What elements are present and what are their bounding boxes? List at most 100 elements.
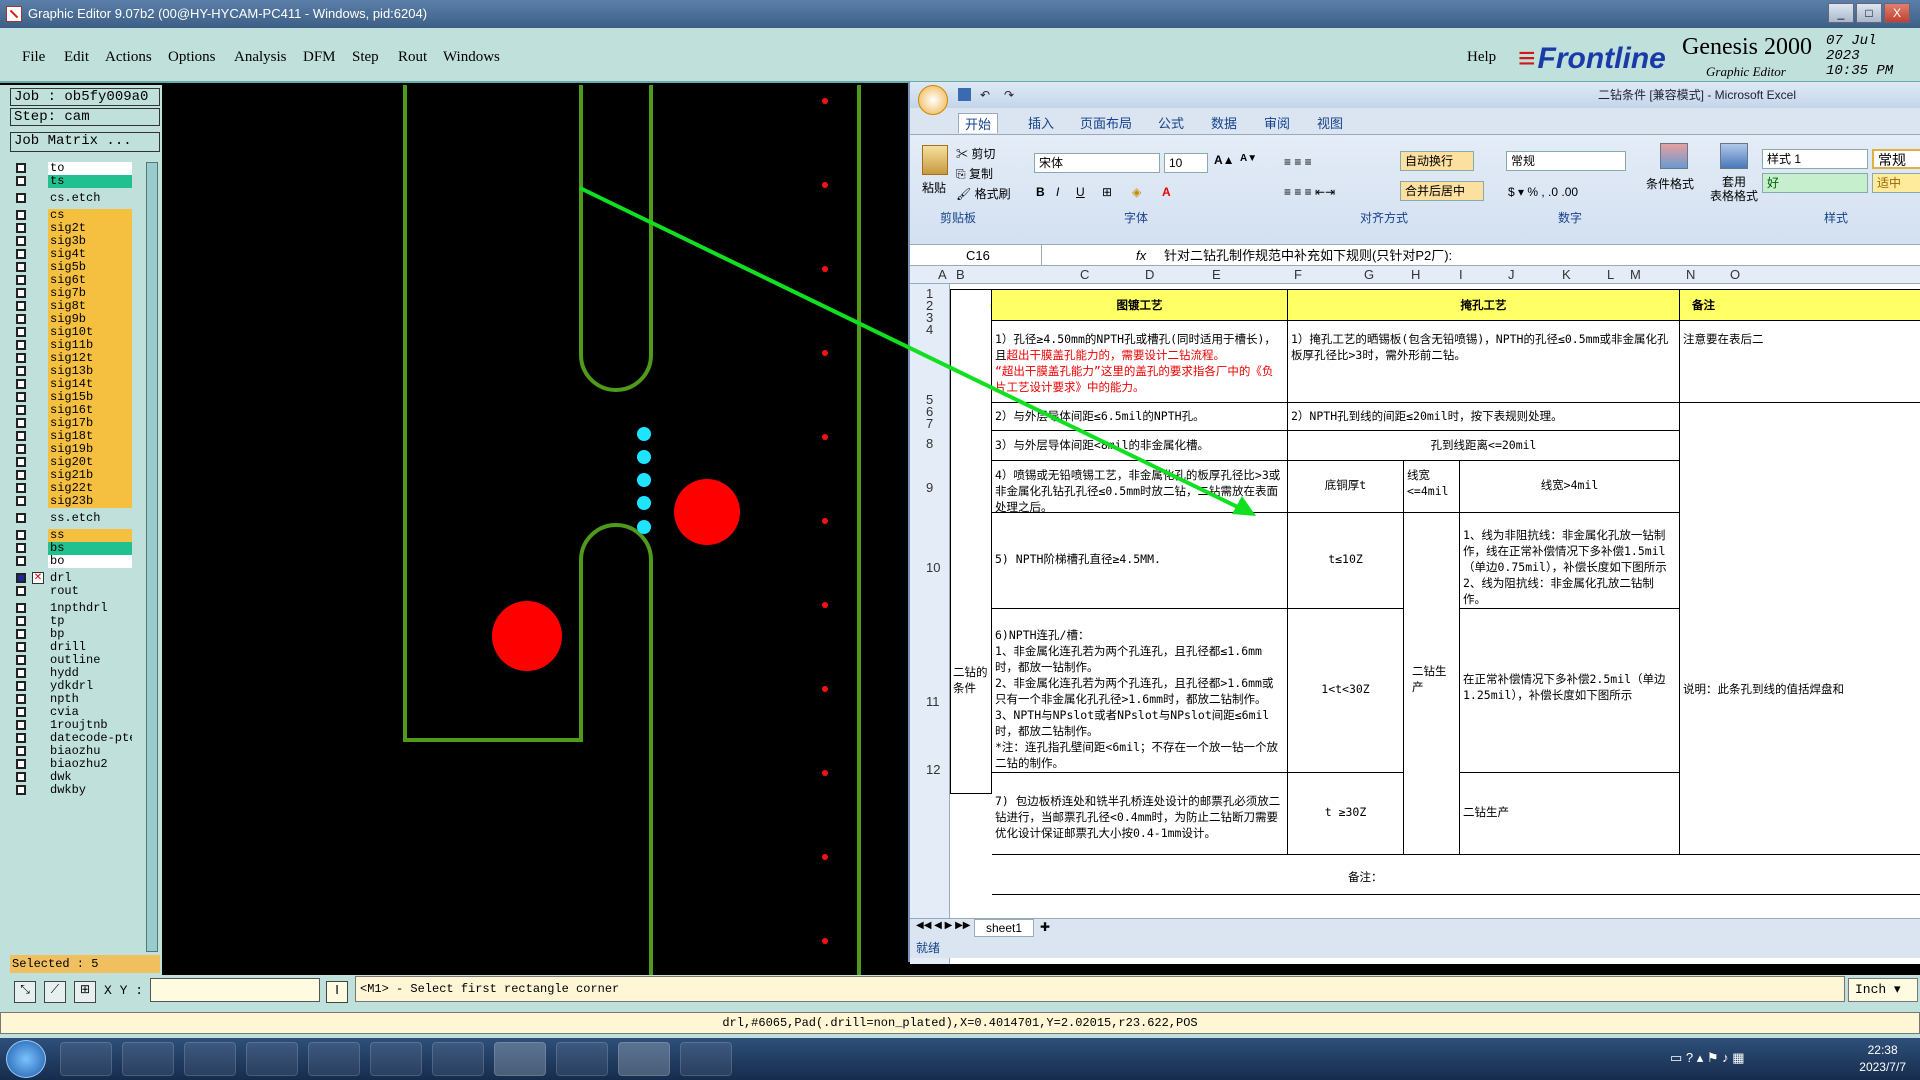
sheet-tab-sheet1[interactable]: sheet1: [974, 919, 1034, 937]
layer-name[interactable]: bp: [48, 628, 132, 641]
merge-center-button[interactable]: 合并后居中: [1400, 181, 1484, 201]
cell-tent-1[interactable]: 1）掩孔工艺的晒锡板(包含无铅喷锡)，NPTH的孔径≤0.5mm或非金属化孔板厚…: [1288, 321, 1680, 403]
layer-name[interactable]: sig13b: [48, 365, 132, 378]
cell-rule-3[interactable]: 3）与外层导体间距<8mil的非金属化槽。: [992, 431, 1288, 461]
layer-row[interactable]: dwk: [12, 771, 132, 784]
row-header[interactable]: 8: [926, 436, 933, 451]
layer-name[interactable]: sig21b: [48, 469, 132, 482]
column-header[interactable]: N: [1686, 267, 1695, 282]
layer-checkbox[interactable]: [16, 301, 26, 311]
cell-rule-6-action[interactable]: 在正常补偿情况下多补偿2.5mil（单边1.25mil），补偿长度如下图所示: [1460, 609, 1680, 773]
cell-second-drill-merged[interactable]: 二钻生产: [1404, 513, 1460, 855]
stamp-hole[interactable]: [637, 427, 651, 441]
layer-name[interactable]: outline: [48, 654, 132, 667]
layer-name[interactable]: sig20t: [48, 456, 132, 469]
layer-checkbox[interactable]: [16, 655, 26, 665]
row-header[interactable]: 4: [926, 322, 933, 337]
layer-name[interactable]: bo: [48, 555, 132, 568]
style-normal-cell[interactable]: 常规: [1872, 149, 1920, 169]
layer-name[interactable]: datecode-pte: [48, 732, 132, 745]
layer-row[interactable]: datecode-pte: [12, 732, 132, 745]
cell-t-30z[interactable]: t ≥30Z: [1288, 773, 1404, 855]
menu-actions[interactable]: Actions: [105, 49, 152, 66]
style-good-cell[interactable]: 好: [1762, 173, 1868, 193]
layer-checkbox[interactable]: [16, 327, 26, 337]
taskbar-app-blue-icon[interactable]: [308, 1042, 360, 1076]
layer-checkbox[interactable]: [16, 707, 26, 717]
paste-button[interactable]: 粘贴: [922, 179, 946, 196]
cell-tent-2[interactable]: 2）NPTH孔到线的间距≤20mil时，按下表规则处理。: [1288, 403, 1680, 431]
layer-name[interactable]: sig9b: [48, 313, 132, 326]
tool-measure-icon[interactable]: ⟋: [44, 981, 66, 1003]
cell-base-copper[interactable]: 底铜厚t: [1288, 461, 1404, 513]
layer-name[interactable]: sig15b: [48, 391, 132, 404]
layer-name[interactable]: sig12t: [48, 352, 132, 365]
tool-grid-icon[interactable]: ⊞: [74, 981, 96, 1003]
layer-row[interactable]: sig11b: [12, 339, 132, 352]
column-header[interactable]: G: [1364, 267, 1374, 282]
cell-remark-note[interactable]: 备注：: [992, 855, 1920, 895]
column-header[interactable]: J: [1508, 267, 1515, 282]
italic-button[interactable]: I: [1056, 185, 1059, 199]
layer-row[interactable]: sig8t: [12, 300, 132, 313]
align-top-icon[interactable]: ≡ ≡ ≡: [1284, 155, 1312, 169]
layer-row[interactable]: sig17b: [12, 417, 132, 430]
column-header[interactable]: F: [1294, 267, 1302, 282]
style-1-cell[interactable]: 样式 1: [1762, 149, 1868, 169]
cell-rule-6[interactable]: 6)NPTH连孔/槽： 1、非金属化连孔若为两个孔连孔，且孔径都≤1.6mm时，…: [992, 609, 1288, 773]
layer-checkbox[interactable]: [16, 668, 26, 678]
layer-name[interactable]: hydd: [48, 667, 132, 680]
layer-checkbox[interactable]: [16, 483, 26, 493]
layer-row[interactable]: sig6t: [12, 274, 132, 287]
layer-name[interactable]: ydkdrl: [48, 680, 132, 693]
layer-row[interactable]: ✕ drl: [12, 572, 132, 585]
layer-checkbox[interactable]: [16, 379, 26, 389]
cell-remark-2[interactable]: 说明：此条孔到线的值括焊盘和: [1680, 403, 1920, 855]
taskbar-disk-icon[interactable]: [246, 1042, 298, 1076]
bold-button[interactable]: B: [1036, 185, 1045, 199]
cell-t-10z[interactable]: t≤10Z: [1288, 513, 1404, 609]
layer-name[interactable]: tp: [48, 615, 132, 628]
tray-icons[interactable]: ▭ ? ▴ ⚑ ♪ ▦: [1670, 1050, 1745, 1066]
layer-name[interactable]: cs.etch: [48, 192, 132, 205]
cell-line-width-small[interactable]: 线宽<=4mil: [1404, 461, 1460, 513]
layer-name[interactable]: dwk: [48, 771, 132, 784]
stamp-hole[interactable]: [637, 520, 651, 534]
cell-rule-2[interactable]: 2）与外层导体间距≤6.5mil的NPTH孔。: [992, 403, 1288, 431]
column-header[interactable]: D: [1145, 267, 1154, 282]
layer-name[interactable]: 1roujtnb: [48, 719, 132, 732]
layer-row[interactable]: drill: [12, 641, 132, 654]
menu-step[interactable]: Step: [352, 49, 379, 66]
layer-row[interactable]: sig15b: [12, 391, 132, 404]
close-button[interactable]: X: [1884, 3, 1910, 23]
layer-row[interactable]: 1roujtnb: [12, 719, 132, 732]
layer-checkbox[interactable]: [16, 193, 26, 203]
cell-line-width-large[interactable]: 线宽>4mil: [1460, 461, 1680, 513]
menu-windows[interactable]: Windows: [443, 49, 500, 66]
save-icon[interactable]: [958, 88, 971, 101]
redo-icon[interactable]: ↷: [1004, 82, 1014, 108]
layer-name[interactable]: sig23b: [48, 495, 132, 508]
units-select[interactable]: Inch ▾: [1848, 978, 1918, 1002]
cell-rule-7-action[interactable]: 二钻生产: [1460, 773, 1680, 855]
header-cell-plating[interactable]: 图镀工艺: [992, 289, 1288, 321]
layer-row[interactable]: ss: [12, 529, 132, 542]
layer-name[interactable]: npth: [48, 693, 132, 706]
layer-row[interactable]: sig12t: [12, 352, 132, 365]
cell-rule-5-action[interactable]: 1、线为非阻抗线：非金属化孔放一钻制作，线在正常补偿情况下多补偿1.5mil（单…: [1460, 513, 1680, 609]
layer-row[interactable]: bo: [12, 555, 132, 568]
cell-rule-5[interactable]: 5) NPTH阶梯槽孔直径≥4.5MM.: [992, 513, 1288, 609]
layer-row[interactable]: ss.etch: [12, 512, 132, 525]
layer-checkbox[interactable]: [16, 340, 26, 350]
layer-name[interactable]: sig16t: [48, 404, 132, 417]
layer-checkbox[interactable]: [16, 759, 26, 769]
npth-pad[interactable]: [674, 479, 740, 545]
layer-checkbox[interactable]: [16, 262, 26, 272]
layer-row[interactable]: sig2t: [12, 222, 132, 235]
format-as-table-button[interactable]: 套用 表格格式: [1710, 175, 1758, 203]
row-header[interactable]: 11: [926, 694, 940, 709]
new-sheet-icon[interactable]: ✚: [1040, 920, 1050, 934]
header-cell-tenting[interactable]: 掩孔工艺: [1288, 289, 1680, 321]
sheet-nav-icon[interactable]: ◀◀ ◀ ▶ ▶▶: [916, 920, 970, 931]
stamp-hole[interactable]: [637, 496, 651, 510]
